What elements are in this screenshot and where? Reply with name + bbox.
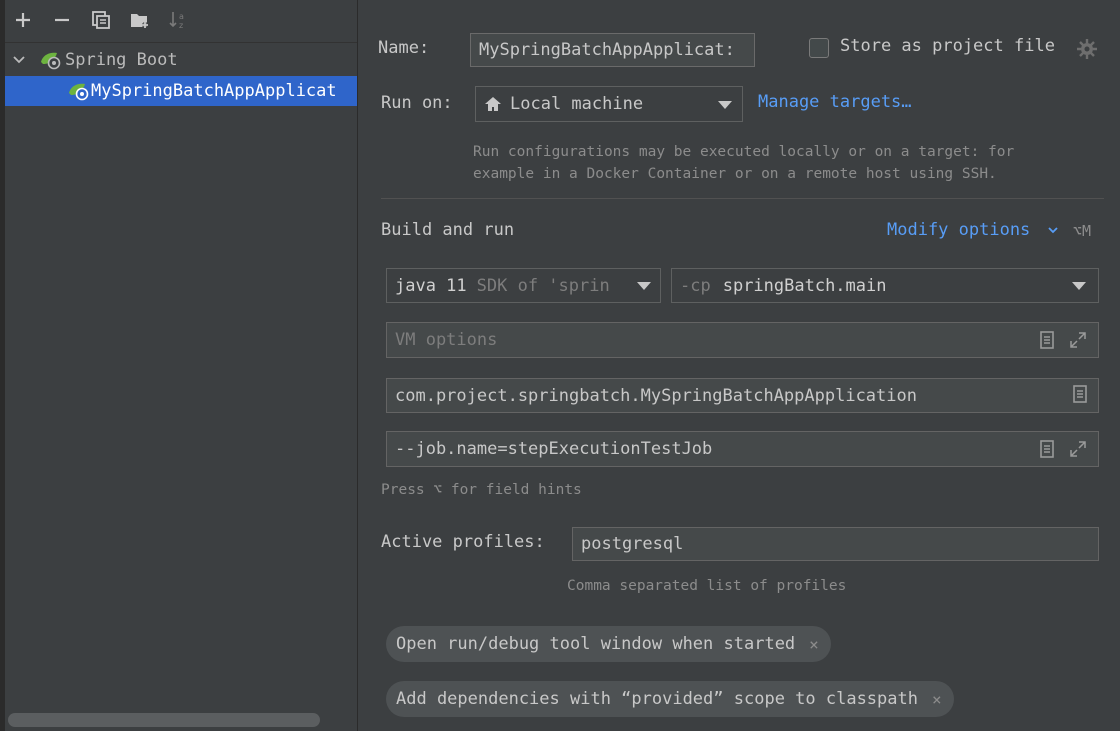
jdk-select[interactable]: java 11 SDK of 'sprin [386, 268, 661, 303]
home-icon [484, 96, 502, 112]
close-icon[interactable]: × [932, 690, 942, 709]
option-chip-open-tool-window: Open run/debug tool window when started … [386, 626, 831, 662]
main-class-value: com.project.springbatch.MySpringBatchApp… [395, 385, 917, 406]
left-panel [0, 0, 358, 731]
document-icon[interactable] [1038, 331, 1056, 349]
name-label: Name: [378, 38, 430, 58]
name-field-value: MySpringBatchAppApplicat: [479, 40, 735, 60]
run-on-select[interactable]: Local machine [475, 86, 743, 122]
horizontal-scrollbar[interactable] [8, 713, 320, 727]
tree-item-label: MySpringBatchAppApplicat [91, 81, 337, 101]
gear-icon[interactable] [1076, 38, 1098, 60]
section-divider [381, 198, 1104, 199]
classpath-select[interactable]: -cp springBatch.main [671, 268, 1099, 303]
cp-value: springBatch.main [722, 275, 887, 296]
main-class-field[interactable]: com.project.springbatch.MySpringBatchApp… [386, 378, 1099, 413]
run-on-hint: Run configurations may be executed local… [473, 141, 1014, 185]
dropdown-arrow-icon [1072, 282, 1086, 290]
profiles-hint: Comma separated list of profiles [567, 578, 847, 594]
option-chip-provided-scope: Add dependencies with “provided” scope t… [386, 681, 954, 717]
new-folder-icon[interactable] [128, 8, 152, 32]
field-hints-text: Press ⌥ for field hints [381, 482, 582, 498]
svg-text:z: z [179, 21, 183, 30]
copy-icon[interactable] [89, 8, 113, 32]
manage-targets-link[interactable]: Manage targets… [758, 92, 912, 112]
run-on-value: Local machine [510, 94, 644, 114]
jdk-main: java 11 [395, 275, 467, 296]
modify-options-shortcut: ⌥M [1073, 222, 1092, 240]
svg-text:a: a [179, 12, 184, 21]
chip-label: Add dependencies with “provided” scope t… [396, 689, 918, 709]
document-icon[interactable] [1038, 440, 1056, 458]
store-as-project-checkbox[interactable] [809, 38, 829, 58]
run-on-hint-line2: example in a Docker Container or on a re… [473, 166, 997, 182]
tree-item-config[interactable]: MySpringBatchAppApplicat [5, 76, 357, 106]
active-profiles-value: postgresql [581, 534, 684, 554]
chip-label: Open run/debug tool window when started [396, 634, 796, 654]
plus-icon[interactable] [11, 8, 35, 32]
active-profiles-label: Active profiles: [381, 532, 545, 552]
build-and-run-heading: Build and run [381, 220, 515, 240]
chevron-down-icon[interactable] [12, 53, 28, 67]
active-profiles-field[interactable]: postgresql [572, 527, 1099, 561]
vm-options-placeholder: VM options [395, 330, 498, 350]
program-arguments-field[interactable]: --job.name=stepExecutionTestJob [386, 431, 1099, 467]
program-arguments-value: --job.name=stepExecutionTestJob [395, 439, 713, 459]
modify-options-link[interactable]: Modify options [887, 220, 1030, 240]
tree-toolbar: az [5, 0, 357, 43]
tree-group-spring-boot[interactable]: Spring Boot [5, 45, 357, 75]
spring-boot-icon [39, 50, 63, 70]
store-label: Store as project file [840, 36, 1055, 56]
tree-group-label: Spring Boot [65, 50, 178, 70]
dropdown-arrow-icon [718, 101, 732, 109]
expand-icon[interactable] [1069, 440, 1087, 458]
browse-document-icon[interactable] [1071, 385, 1089, 403]
cp-prefix: -cp [680, 275, 711, 296]
vm-options-field[interactable]: VM options [386, 322, 1099, 358]
expand-icon[interactable] [1069, 331, 1087, 349]
name-field[interactable]: MySpringBatchAppApplicat: [470, 33, 755, 67]
left-edge [0, 0, 5, 731]
chevron-down-icon[interactable] [1046, 223, 1060, 237]
close-icon[interactable]: × [809, 635, 819, 654]
dropdown-arrow-icon [637, 282, 651, 290]
jdk-sub: SDK of 'sprin [476, 275, 610, 296]
spring-boot-icon [67, 81, 91, 101]
sort-az-icon[interactable]: az [167, 8, 191, 32]
run-on-hint-line1: Run configurations may be executed local… [473, 144, 1015, 160]
run-on-label: Run on: [381, 93, 453, 113]
minus-icon[interactable] [50, 8, 74, 32]
